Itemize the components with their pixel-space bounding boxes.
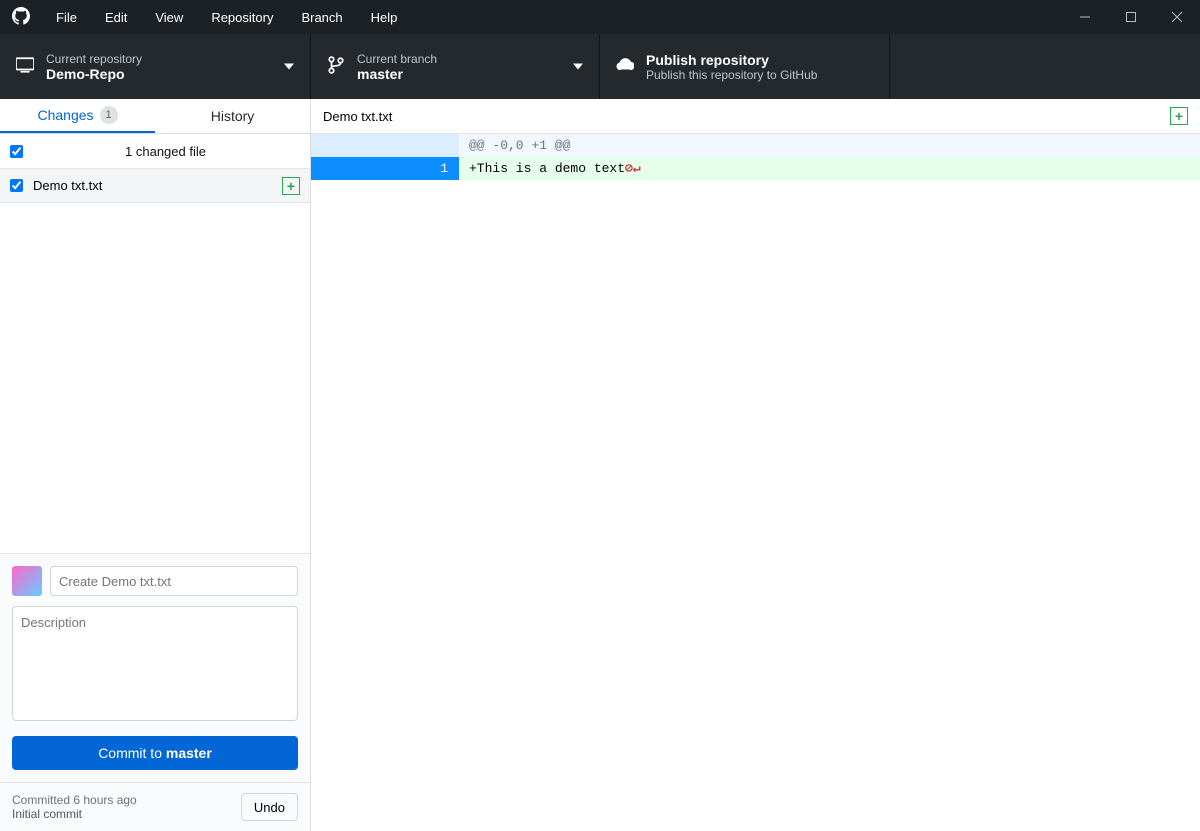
window-minimize-button[interactable] (1062, 0, 1108, 34)
menu-repository[interactable]: Repository (197, 2, 287, 33)
changed-files-count: 1 changed file (31, 144, 300, 159)
changed-files-header: 1 changed file (0, 134, 310, 169)
menu-branch[interactable]: Branch (287, 2, 356, 33)
last-commit-panel: Committed 6 hours ago Initial commit Und… (0, 782, 310, 831)
publish-repository-button[interactable]: Publish repository Publish this reposito… (600, 34, 890, 99)
commit-summary-input[interactable] (50, 566, 298, 596)
select-all-checkbox[interactable] (10, 145, 23, 158)
menu-help[interactable]: Help (357, 2, 412, 33)
toolbar: Current repository Demo-Repo Current bra… (0, 34, 1200, 99)
current-branch-label: Current branch (357, 52, 437, 66)
undo-button[interactable]: Undo (241, 793, 298, 821)
commit-panel: Commit to master (0, 553, 310, 782)
window-maximize-button[interactable] (1108, 0, 1154, 34)
app-menu: File Edit View Repository Branch Help (42, 2, 411, 33)
commit-button[interactable]: Commit to master (12, 736, 298, 770)
hunk-text: @@ -0,0 +1 @@ (459, 138, 570, 153)
menu-file[interactable]: File (42, 2, 91, 33)
last-commit-when: Committed 6 hours ago (12, 793, 241, 807)
current-repository-label: Current repository (46, 52, 142, 66)
upload-cloud-icon (616, 56, 634, 77)
publish-title: Publish repository (646, 52, 817, 68)
tab-changes[interactable]: Changes 1 (0, 99, 155, 133)
commit-description-input[interactable] (12, 606, 298, 721)
sidebar: Changes 1 History 1 changed file Demo tx… (0, 99, 311, 831)
github-logo-icon (0, 7, 42, 28)
tab-history[interactable]: History (155, 99, 310, 133)
diff-line-added[interactable]: 1 +This is a demo text⊘↵ (311, 157, 1200, 180)
desktop-icon (16, 56, 34, 77)
titlebar: File Edit View Repository Branch Help (0, 0, 1200, 34)
gutter-new (385, 134, 459, 157)
menu-view[interactable]: View (141, 2, 197, 33)
current-branch-value: master (357, 66, 437, 82)
file-checkbox[interactable] (10, 179, 23, 192)
commit-button-branch: master (166, 745, 212, 761)
tab-changes-label: Changes (37, 107, 93, 123)
diff-line-text: +This is a demo text⊘↵ (459, 161, 641, 176)
diff-view: @@ -0,0 +1 @@ 1 +This is a demo text⊘↵ (311, 134, 1200, 180)
no-newline-icon: ⊘↵ (625, 161, 641, 176)
diff-panel: Demo txt.txt + @@ -0,0 +1 @@ 1 +This is … (311, 99, 1200, 831)
changes-count-badge: 1 (100, 106, 118, 124)
file-name: Demo txt.txt (33, 178, 282, 193)
last-commit-message: Initial commit (12, 807, 241, 821)
chevron-down-icon (573, 59, 583, 74)
window-close-button[interactable] (1154, 0, 1200, 34)
diff-hunk-header: @@ -0,0 +1 @@ (311, 134, 1200, 157)
changed-file-row[interactable]: Demo txt.txt + (0, 169, 310, 203)
chevron-down-icon (284, 59, 294, 74)
publish-subtitle: Publish this repository to GitHub (646, 68, 817, 82)
current-repository-selector[interactable]: Current repository Demo-Repo (0, 34, 311, 99)
gutter-old (311, 157, 385, 180)
diff-file-header: Demo txt.txt + (311, 99, 1200, 134)
diff-expand-icon[interactable]: + (1170, 107, 1188, 125)
gutter-old (311, 134, 385, 157)
file-added-icon: + (282, 177, 300, 195)
current-branch-selector[interactable]: Current branch master (311, 34, 600, 99)
commit-button-prefix: Commit to (98, 745, 166, 761)
menu-edit[interactable]: Edit (91, 2, 141, 33)
sidebar-tabs: Changes 1 History (0, 99, 310, 134)
git-branch-icon (327, 56, 345, 77)
gutter-new: 1 (385, 157, 459, 180)
window-controls (1062, 0, 1200, 34)
diff-file-name: Demo txt.txt (323, 109, 1170, 124)
current-repository-value: Demo-Repo (46, 66, 142, 82)
tab-history-label: History (211, 108, 255, 124)
avatar (12, 566, 42, 596)
